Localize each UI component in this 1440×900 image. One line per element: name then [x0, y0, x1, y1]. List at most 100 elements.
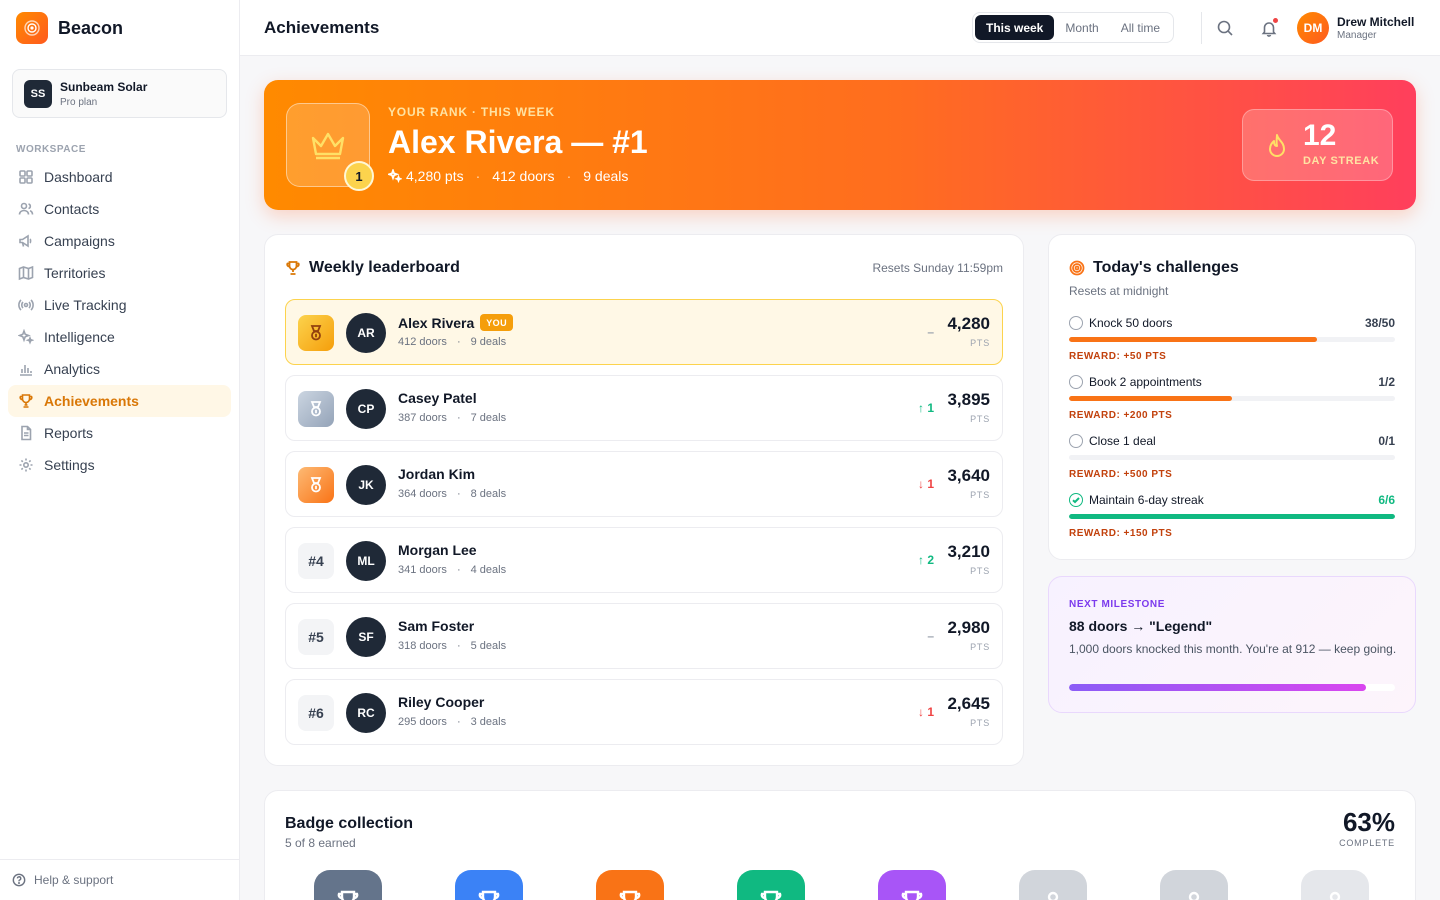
- rep-name: Alex Rivera: [398, 314, 475, 331]
- challenge-name: Book 2 appointments: [1089, 375, 1202, 389]
- circle-icon: [1069, 375, 1083, 389]
- separator: ·: [456, 716, 461, 728]
- help-support-link[interactable]: Help & support: [0, 859, 239, 900]
- trophy-icon: [619, 890, 641, 900]
- hero-doors: 412 doors: [492, 168, 555, 184]
- sidebar-item-intelligence[interactable]: Intelligence: [8, 321, 231, 353]
- points-label: PTS: [970, 566, 990, 576]
- org-plan: Pro plan: [60, 96, 98, 108]
- sidebar-item-settings[interactable]: Settings: [8, 449, 231, 481]
- challenge-reward: REWARD: +500 PTS: [1069, 469, 1173, 480]
- badge-tile-locked[interactable]: [1160, 870, 1228, 900]
- sidebar-item-achievements[interactable]: Achievements: [8, 385, 231, 417]
- sidebar-item-analytics[interactable]: Analytics: [8, 353, 231, 385]
- badge-collection-card: Badge collection 5 of 8 earned 63% COMPL…: [264, 790, 1416, 900]
- period-month-button[interactable]: Month: [1054, 15, 1109, 40]
- period-all-time-button[interactable]: All time: [1110, 15, 1171, 40]
- user-role: Manager: [1337, 30, 1377, 41]
- leaderboard-row[interactable]: CP Casey Patel 387 doors · 7 deals ↑ 1 3,895 PT…: [285, 375, 1003, 441]
- medal-icon: [310, 477, 322, 493]
- nav-section-label: WORKSPACE: [16, 144, 86, 155]
- rep-meta: 341 doors · 4 deals: [398, 564, 506, 576]
- challenge-item[interactable]: Book 2 appointments 1/2 REWARD: +200 PTS: [1069, 375, 1395, 423]
- sidebar-item-contacts[interactable]: Contacts: [8, 193, 231, 225]
- brand[interactable]: Beacon: [0, 0, 239, 56]
- badge-collection-title: Badge collection: [285, 815, 414, 832]
- badge-tile-locked[interactable]: [1301, 870, 1369, 900]
- rep-name: Morgan Lee: [398, 542, 477, 558]
- leaderboard-row[interactable]: AR Alex Rivera YOU 412 doors · 9 deals –4,280 P…: [285, 299, 1003, 365]
- rep-doors: 412 doors: [398, 336, 447, 348]
- rep-name: Sam Foster: [398, 618, 475, 634]
- rep-name: Riley Cooper: [398, 694, 485, 710]
- page-title: Achievements: [264, 18, 380, 37]
- period-this-week-button[interactable]: This week: [975, 15, 1055, 40]
- separator: ·: [456, 564, 461, 576]
- sidebar-item-label: Contacts: [44, 201, 100, 217]
- rep-avatar: SF: [346, 617, 386, 657]
- badge-tile-locked[interactable]: [1019, 870, 1087, 900]
- separator: ·: [456, 640, 461, 652]
- rep-avatar: JK: [346, 465, 386, 505]
- sidebar-item-live-tracking[interactable]: Live Tracking: [8, 289, 231, 321]
- search-icon: [1217, 20, 1233, 36]
- user-name[interactable]: Drew Mitchell: [1337, 15, 1414, 29]
- rep-deals: 3 deals: [470, 716, 507, 728]
- leaderboard-row[interactable]: JK Jordan Kim 364 doors · 8 deals ↓ 1 3,640 PTS: [285, 451, 1003, 517]
- badge-tile-earned[interactable]: [596, 870, 664, 900]
- hero-deals: 9 deals: [583, 168, 629, 184]
- points-label: PTS: [970, 490, 990, 500]
- search-button[interactable]: [1216, 19, 1234, 37]
- rep-meta: 295 doors · 3 deals: [398, 716, 506, 728]
- sidebar-item-territories[interactable]: Territories: [8, 257, 231, 289]
- challenge-item[interactable]: Knock 50 doors 38/50 REWARD: +50 PTS: [1069, 316, 1395, 364]
- badge-tile-earned[interactable]: [878, 870, 946, 900]
- separator: ·: [456, 336, 461, 348]
- top-header: Achievements This week Month All time DM…: [240, 0, 1440, 56]
- leaderboard-row[interactable]: #5 SF Sam Foster 318 doors · 5 deals –2,980 PTS: [285, 603, 1003, 669]
- org-switcher[interactable]: SS Sunbeam Solar Pro plan: [12, 69, 227, 118]
- challenge-progress: 1/2: [1378, 375, 1395, 389]
- rep-doors: 364 doors: [398, 488, 447, 500]
- rank-change: ↓ 1: [917, 477, 934, 491]
- rank-label: #4: [298, 543, 334, 579]
- help-circle-icon: [12, 873, 26, 887]
- points-label: PTS: [970, 414, 990, 424]
- trophy-icon: [760, 890, 782, 900]
- badge-tile-earned[interactable]: [455, 870, 523, 900]
- rep-avatar: AR: [346, 313, 386, 353]
- rep-avatar: ML: [346, 541, 386, 581]
- leaderboard-row[interactable]: #4 ML Morgan Lee 341 doors · 4 deals ↑ 2 3,210 P…: [285, 527, 1003, 593]
- rep-name-wrap: Morgan Lee: [398, 542, 477, 558]
- challenge-reward: REWARD: +50 PTS: [1069, 351, 1167, 362]
- medal-icon: [310, 401, 322, 417]
- bar-chart-icon: [20, 365, 32, 376]
- rep-name-wrap: Sam Foster: [398, 618, 474, 634]
- streak-card: 12 DAY STREAK: [1242, 109, 1393, 181]
- rank-change: –: [927, 325, 934, 339]
- sidebar-item-label: Dashboard: [44, 169, 113, 185]
- check-circle-icon: [1069, 493, 1083, 507]
- sidebar-item-reports[interactable]: Reports: [8, 417, 231, 449]
- leaderboard-row[interactable]: #6 RC Riley Cooper 295 doors · 3 deals ↓ 1 2,64…: [285, 679, 1003, 745]
- streak-label: DAY STREAK: [1303, 155, 1380, 167]
- sidebar-item-campaigns[interactable]: Campaigns: [8, 225, 231, 257]
- user-avatar[interactable]: DM: [1297, 12, 1329, 44]
- sidebar-item-dashboard[interactable]: Dashboard: [8, 161, 231, 193]
- notifications-button[interactable]: [1260, 17, 1279, 37]
- separator: ·: [456, 488, 461, 500]
- rep-name-wrap: Riley Cooper: [398, 694, 484, 710]
- challenge-item[interactable]: Close 1 deal 0/1 REWARD: +500 PTS: [1069, 434, 1395, 482]
- badge-tile-earned[interactable]: [737, 870, 805, 900]
- sidebar-item-label: Territories: [44, 265, 106, 281]
- rank-change: ↓ 1: [917, 705, 934, 719]
- next-milestone-card: NEXT MILESTONE 88 doors → "Legend" 1,000…: [1048, 576, 1416, 713]
- badge-tile-earned[interactable]: [314, 870, 382, 900]
- challenge-progress: 0/1: [1378, 434, 1395, 448]
- badge-collection-count: 5 of 8 earned: [285, 836, 356, 850]
- challenge-item[interactable]: Maintain 6-day streak 6/6 REWARD: +150 PTS: [1069, 493, 1395, 541]
- hero-stats: 4,280 pts · 412 doors · 9 deals: [388, 168, 628, 184]
- challenge-progress-fill: [1069, 337, 1317, 342]
- challenge-name: Close 1 deal: [1089, 434, 1156, 448]
- badge-completion-percent: 63%: [1342, 807, 1395, 837]
